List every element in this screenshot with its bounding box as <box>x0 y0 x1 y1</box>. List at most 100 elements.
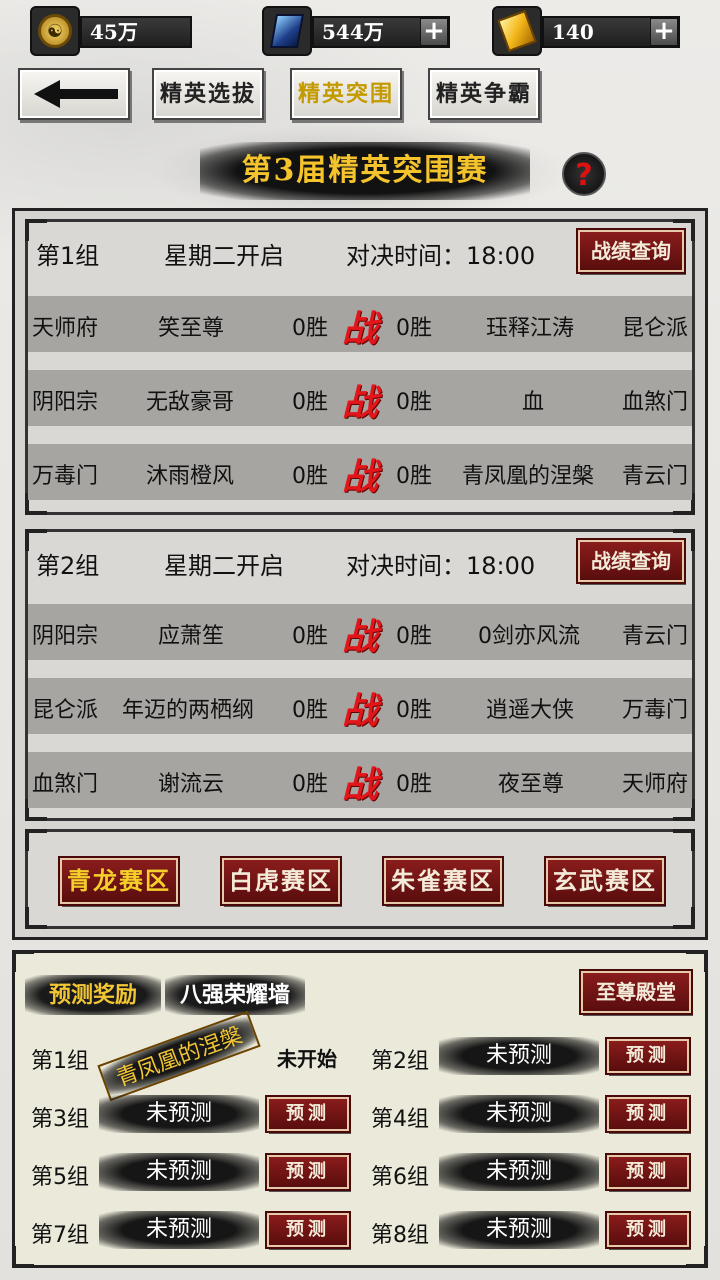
versus-mark: 战 <box>342 616 379 658</box>
left-sect: 阴阳宗 <box>32 624 99 649</box>
prediction-cell: 第4组 未预测 预测 <box>371 1093 701 1137</box>
right-player[interactable]: 青凤凰的涅槃 <box>462 458 594 490</box>
predict-button[interactable]: 预测 <box>607 1039 689 1073</box>
match-row: 阴阳宗 无敌豪哥 0胜 战 0胜 血 血煞门 <box>28 370 692 426</box>
predict-button[interactable]: 预测 <box>267 1155 349 1189</box>
resource-gems: 544万 + <box>262 6 452 56</box>
left-player[interactable]: 谢流云 <box>158 766 224 798</box>
groups-panel: 第1组 星期二开启 对决时间：18:00 战绩查询 天师府 笑至尊 0胜 战 0… <box>12 208 708 940</box>
prediction-value: 未预测 <box>439 1211 599 1249</box>
left-player[interactable]: 年迈的两栖纲 <box>122 692 254 724</box>
right-player[interactable]: 夜至尊 <box>498 766 564 798</box>
tab-elite-contest[interactable]: 精英争霸 <box>428 68 540 120</box>
left-sect: 血煞门 <box>32 772 99 797</box>
add-gold-button[interactable]: + <box>650 18 678 46</box>
right-player[interactable]: 逍遥大侠 <box>486 692 574 724</box>
prediction-group-label: 第7组 <box>31 1223 89 1248</box>
prediction-status: 未开始 <box>277 1047 337 1071</box>
match-row: 天师府 笑至尊 0胜 战 0胜 珏释江涛 昆仑派 <box>28 296 692 352</box>
match-row: 阴阳宗 应萧笙 0胜 战 0胜 0剑亦风流 青云门 <box>28 604 692 660</box>
resource-coins: ☯ 45万 <box>30 6 192 56</box>
prediction-group-label: 第1组 <box>31 1049 89 1074</box>
versus-mark: 战 <box>342 382 379 424</box>
prediction-cell: 第6组 未预测 预测 <box>371 1151 701 1195</box>
left-wins: 0胜 <box>292 316 328 341</box>
left-wins: 0胜 <box>292 464 328 489</box>
right-wins: 0胜 <box>396 772 432 797</box>
prediction-group-label: 第6组 <box>371 1165 429 1190</box>
zone-zhuque-button[interactable]: 朱雀赛区 <box>384 858 502 904</box>
right-sect: 万毒门 <box>622 698 689 723</box>
back-button[interactable] <box>18 68 130 120</box>
right-wins: 0胜 <box>396 464 432 489</box>
left-player[interactable]: 无敌豪哥 <box>146 384 234 416</box>
prediction-value: 未预测 <box>99 1153 259 1191</box>
resource-gold: 140 + <box>492 6 682 56</box>
group-card-2: 第2组 星期二开启 对决时间：18:00 战绩查询 阴阳宗 应萧笙 0胜 战 0… <box>25 529 695 821</box>
arrow-left-icon <box>34 80 118 108</box>
right-wins: 0胜 <box>396 698 432 723</box>
help-icon[interactable]: ? <box>562 152 606 196</box>
left-player[interactable]: 笑至尊 <box>158 310 224 342</box>
group-card-1: 第1组 星期二开启 对决时间：18:00 战绩查询 天师府 笑至尊 0胜 战 0… <box>25 219 695 515</box>
versus-mark: 战 <box>342 764 379 806</box>
left-sect: 万毒门 <box>32 464 99 489</box>
predict-button[interactable]: 预测 <box>607 1155 689 1189</box>
taiji-coin-icon: ☯ <box>30 6 80 56</box>
prediction-cell: 第2组 未预测 预测 <box>371 1035 701 1079</box>
prediction-value: 未预测 <box>439 1095 599 1133</box>
group-header: 第2组 星期二开启 对决时间：18:00 战绩查询 <box>28 532 692 594</box>
group-open-day: 星期二开启 <box>164 552 284 580</box>
versus-mark: 战 <box>342 456 379 498</box>
left-wins: 0胜 <box>292 772 328 797</box>
prediction-group-label: 第5组 <box>31 1165 89 1190</box>
right-sect: 天师府 <box>622 772 689 797</box>
left-wins: 0胜 <box>292 698 328 723</box>
supreme-hall-button[interactable]: 至尊殿堂 <box>581 971 691 1013</box>
add-gems-button[interactable]: + <box>420 18 448 46</box>
predict-button[interactable]: 预测 <box>607 1097 689 1131</box>
group-duel-time: 对决时间：18:00 <box>346 552 536 580</box>
tab-elite-breakout[interactable]: 精英突围 <box>290 68 402 120</box>
zone-baihu-button[interactable]: 白虎赛区 <box>222 858 340 904</box>
right-player[interactable]: 血 <box>522 384 544 416</box>
prediction-group-label: 第8组 <box>371 1223 429 1248</box>
zone-selector: 青龙赛区 白虎赛区 朱雀赛区 玄武赛区 <box>25 829 695 929</box>
group-name: 第2组 <box>36 552 100 580</box>
right-sect: 青云门 <box>622 464 689 489</box>
prediction-panel: 预测奖励 八强荣耀墙 至尊殿堂 第1组 青凤凰的涅槃 未开始 第3组 未预测 预… <box>12 950 708 1268</box>
predict-button[interactable]: 预测 <box>607 1213 689 1247</box>
left-player[interactable]: 应萧笙 <box>158 618 224 650</box>
tab-prediction-reward[interactable]: 预测奖励 <box>25 975 161 1015</box>
versus-mark: 战 <box>342 308 379 350</box>
prediction-group-label: 第4组 <box>371 1107 429 1132</box>
tab-top8-wall[interactable]: 八强荣耀墙 <box>165 975 305 1015</box>
gold-ingot-icon <box>492 6 542 56</box>
right-player[interactable]: 珏释江涛 <box>486 310 574 342</box>
right-sect: 昆仑派 <box>622 316 689 341</box>
right-player[interactable]: 0剑亦风流 <box>478 618 580 650</box>
record-query-button[interactable]: 战绩查询 <box>578 540 684 582</box>
match-row: 万毒门 沐雨橙风 0胜 战 0胜 青凤凰的涅槃 青云门 <box>28 444 692 500</box>
left-wins: 0胜 <box>292 624 328 649</box>
left-sect: 昆仑派 <box>32 698 99 723</box>
predict-button[interactable]: 预测 <box>267 1097 349 1131</box>
tab-elite-selection[interactable]: 精英选拔 <box>152 68 264 120</box>
right-wins: 0胜 <box>396 316 432 341</box>
left-player[interactable]: 沐雨橙风 <box>146 458 234 490</box>
prediction-value: 青凤凰的涅槃 <box>97 1010 261 1102</box>
right-sect: 血煞门 <box>622 390 689 415</box>
record-query-button[interactable]: 战绩查询 <box>578 230 684 272</box>
zone-qinglong-button[interactable]: 青龙赛区 <box>60 858 178 904</box>
versus-mark: 战 <box>342 690 379 732</box>
prediction-group-label: 第3组 <box>31 1107 89 1132</box>
group-name: 第1组 <box>36 242 100 270</box>
coins-value: 45万 <box>80 16 192 48</box>
predict-button[interactable]: 预测 <box>267 1213 349 1247</box>
right-sect: 青云门 <box>622 624 689 649</box>
left-sect: 天师府 <box>32 316 99 341</box>
prediction-value: 未预测 <box>99 1211 259 1249</box>
prediction-cell: 第8组 未预测 预测 <box>371 1209 701 1253</box>
zone-xuanwu-button[interactable]: 玄武赛区 <box>546 858 664 904</box>
prediction-value: 未预测 <box>99 1095 259 1133</box>
